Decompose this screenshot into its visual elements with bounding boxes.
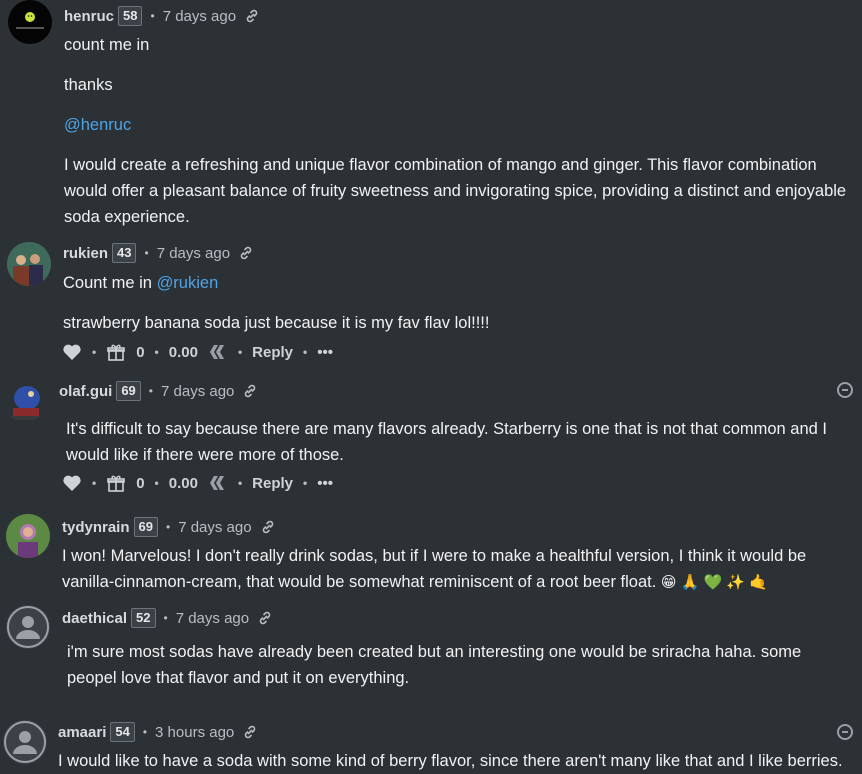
separator-dot: • (303, 345, 308, 359)
avatar[interactable] (6, 605, 50, 649)
username[interactable]: tydynrain (62, 519, 130, 536)
reputation-badge: 43 (112, 243, 137, 263)
avatar[interactable] (7, 242, 51, 286)
timestamp[interactable]: 7 days ago (178, 519, 251, 536)
payout-value: 0.00 (168, 474, 198, 492)
timestamp[interactable]: 7 days ago (176, 610, 249, 627)
timestamp[interactable]: 7 days ago (157, 245, 230, 262)
separator-dot: • (144, 246, 149, 260)
avatar[interactable] (3, 378, 47, 422)
vote-count: 0 (136, 474, 145, 492)
avatar[interactable] (8, 0, 52, 44)
separator-dot: • (148, 384, 153, 398)
avatar[interactable] (6, 514, 50, 558)
separator-dot: • (154, 345, 159, 359)
separator-dot: • (163, 611, 168, 625)
reputation-badge: 52 (131, 608, 156, 628)
timestamp[interactable]: 7 days ago (161, 383, 234, 400)
timestamp[interactable]: 3 hours ago (155, 724, 234, 741)
reputation-badge: 69 (133, 517, 158, 537)
username[interactable]: amaari (58, 724, 106, 741)
separator-dot: • (150, 9, 155, 23)
comment-text: thanks (64, 76, 113, 94)
separator-dot: • (92, 345, 97, 359)
comment-text: Count me in (63, 274, 152, 292)
reputation-badge: 58 (118, 6, 143, 26)
collapse-icon[interactable] (837, 382, 853, 398)
link-icon[interactable] (238, 245, 254, 261)
vote-count: 0 (136, 343, 145, 361)
link-icon[interactable] (257, 610, 273, 626)
username[interactable]: daethical (62, 610, 127, 627)
avatar[interactable] (3, 720, 47, 764)
comment-text: It's difficult to say because there are … (66, 420, 827, 464)
gift-icon[interactable] (106, 343, 126, 361)
heart-icon[interactable] (62, 474, 82, 492)
more-options-button[interactable]: ••• (317, 344, 333, 361)
comment-text: count me in (64, 36, 150, 54)
hive-icon (208, 474, 228, 492)
reply-button[interactable]: Reply (252, 475, 293, 492)
comment-text: i'm sure most sodas have already been cr… (67, 643, 802, 687)
separator-dot: • (303, 476, 308, 490)
link-icon[interactable] (242, 724, 258, 740)
separator-dot: • (154, 476, 159, 490)
timestamp[interactable]: 7 days ago (163, 8, 236, 25)
separator-dot: • (142, 725, 148, 739)
separator-dot: • (237, 345, 243, 359)
link-icon[interactable] (244, 8, 260, 24)
gift-icon[interactable] (106, 474, 126, 492)
hive-icon (208, 343, 228, 361)
mention-link[interactable]: @henruc (64, 116, 131, 134)
more-options-button[interactable]: ••• (317, 475, 333, 492)
reputation-badge: 54 (110, 722, 135, 742)
username[interactable]: rukien (63, 245, 108, 262)
payout-value: 0.00 (168, 343, 198, 361)
collapse-icon[interactable] (837, 724, 853, 740)
reply-button[interactable]: Reply (252, 344, 293, 361)
emoji-sequence: 😁 🙏 💚 ✨ 🤙 (660, 574, 768, 591)
heart-icon[interactable] (62, 343, 82, 361)
mention-link[interactable]: @rukien (157, 274, 219, 292)
username[interactable]: henruc (64, 8, 114, 25)
separator-dot: • (237, 476, 243, 490)
comment-text: strawberry banana soda just because it i… (63, 314, 490, 332)
separator-dot: • (92, 476, 97, 490)
comment-text: I would create a refreshing and unique f… (64, 156, 847, 226)
reputation-badge: 69 (116, 381, 141, 401)
link-icon[interactable] (242, 383, 258, 399)
comment-text: I would like to have a soda with some ki… (58, 752, 843, 770)
link-icon[interactable] (260, 519, 276, 535)
username[interactable]: olaf.gui (59, 383, 112, 400)
separator-dot: • (165, 520, 171, 534)
